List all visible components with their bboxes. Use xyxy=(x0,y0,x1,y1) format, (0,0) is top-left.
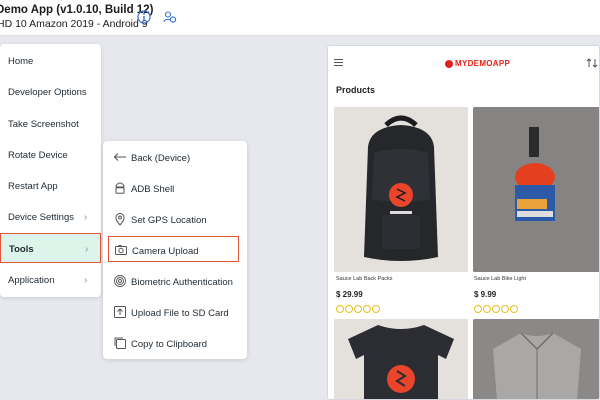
chevron-right-icon: › xyxy=(85,244,89,255)
product-name: Sauce Lab Back Packs xyxy=(336,276,393,282)
upload-icon xyxy=(114,306,126,318)
star-icon xyxy=(492,305,500,313)
product-image-jacket[interactable] xyxy=(473,319,599,399)
menu-item-label: Tools xyxy=(9,244,34,255)
chevron-right-icon: › xyxy=(84,212,88,223)
star-icon xyxy=(501,305,509,313)
chevron-right-icon: › xyxy=(84,275,88,286)
tools-submenu: Back (Device) ADB Shell Set GPS Location… xyxy=(103,141,247,359)
product-price: $ 29.99 xyxy=(336,290,363,299)
menu-item-label: Device Settings xyxy=(8,212,75,223)
menu-item-label: Home xyxy=(8,56,34,67)
brand-logo-text: MYDEMOAPP xyxy=(455,59,511,68)
device-app-bar: MYDEMOAPP xyxy=(328,46,599,76)
star-icon xyxy=(474,305,482,313)
submenu-item-label: Upload File to SD Card xyxy=(131,308,229,319)
menu-item-label: Restart App xyxy=(8,181,58,192)
camera-icon xyxy=(115,245,127,255)
submenu-item-label: Biometric Authentication xyxy=(131,277,233,288)
product-rating xyxy=(336,305,380,313)
product-image-backpack[interactable] xyxy=(334,107,468,272)
location-pin-icon xyxy=(115,213,125,226)
menu-item-developer-options[interactable]: Developer Options xyxy=(0,77,101,108)
menu-item-label: Rotate Device xyxy=(8,150,68,161)
menu-item-label: Application xyxy=(8,275,55,286)
people-icon[interactable] xyxy=(163,10,177,24)
star-icon xyxy=(483,305,491,313)
fingerprint-icon xyxy=(114,275,126,287)
submenu-item-adb-shell[interactable]: ADB Shell xyxy=(103,175,247,203)
brand-logo-icon xyxy=(445,60,453,68)
app-title: Demo App (v1.0.10, Build 12) xyxy=(0,4,154,16)
submenu-item-biometric-authentication[interactable]: Biometric Authentication xyxy=(103,268,247,296)
jacket-illustration xyxy=(473,319,599,399)
submenu-item-label: Set GPS Location xyxy=(131,215,207,226)
menu-item-restart-app[interactable]: Restart App xyxy=(0,171,101,202)
device-screen[interactable]: MYDEMOAPP Products Sauce Lab Back Packs … xyxy=(327,45,600,400)
back-arrow-icon xyxy=(113,153,126,161)
product-image-tshirt[interactable] xyxy=(334,319,468,399)
main-menu: Home Developer Options Take Screenshot R… xyxy=(0,44,101,297)
menu-item-home[interactable]: Home xyxy=(0,46,101,77)
backpack-illustration xyxy=(334,107,468,272)
star-icon xyxy=(354,305,362,313)
submenu-item-label: Back (Device) xyxy=(131,153,191,164)
menu-item-label: Developer Options xyxy=(8,87,87,98)
star-icon xyxy=(345,305,353,313)
star-icon xyxy=(510,305,518,313)
submenu-item-copy-to-clipboard[interactable]: Copy to Clipboard xyxy=(103,330,247,358)
hamburger-menu-icon[interactable] xyxy=(334,59,343,66)
star-icon xyxy=(372,305,380,313)
android-icon xyxy=(115,182,125,194)
submenu-item-upload-file-to-sd-card[interactable]: Upload File to SD Card xyxy=(103,299,247,327)
bike-light-illustration xyxy=(473,107,599,272)
submenu-item-back-device[interactable]: Back (Device) xyxy=(103,144,247,172)
clipboard-icon xyxy=(114,337,126,349)
product-price: $ 9.99 xyxy=(474,290,497,299)
device-subtitle: HD 10 Amazon 2019 - Android 9 xyxy=(0,18,148,30)
menu-item-rotate-device[interactable]: Rotate Device xyxy=(0,140,101,171)
submenu-item-label: Camera Upload xyxy=(132,246,199,257)
app-header: Demo App (v1.0.10, Build 12) HD 10 Amazo… xyxy=(0,0,600,36)
sort-icon[interactable] xyxy=(586,58,598,68)
menu-item-device-settings[interactable]: Device Settings › xyxy=(0,202,101,233)
menu-item-label: Take Screenshot xyxy=(8,119,79,130)
product-image-bike-light[interactable] xyxy=(473,107,599,272)
menu-item-take-screenshot[interactable]: Take Screenshot xyxy=(0,109,101,140)
menu-item-tools[interactable]: Tools › xyxy=(0,233,101,263)
product-name: Sauce Lab Bike Light xyxy=(474,276,526,282)
submenu-item-set-gps-location[interactable]: Set GPS Location xyxy=(103,206,247,234)
products-title: Products xyxy=(336,85,376,95)
star-icon xyxy=(363,305,371,313)
product-rating xyxy=(474,305,518,313)
submenu-item-camera-upload[interactable]: Camera Upload xyxy=(108,236,239,262)
menu-item-application[interactable]: Application › xyxy=(0,265,101,296)
info-icon[interactable] xyxy=(137,10,151,24)
submenu-item-label: Copy to Clipboard xyxy=(131,339,208,350)
submenu-item-label: ADB Shell xyxy=(131,184,175,195)
tshirt-illustration xyxy=(334,319,468,399)
star-icon xyxy=(336,305,344,313)
